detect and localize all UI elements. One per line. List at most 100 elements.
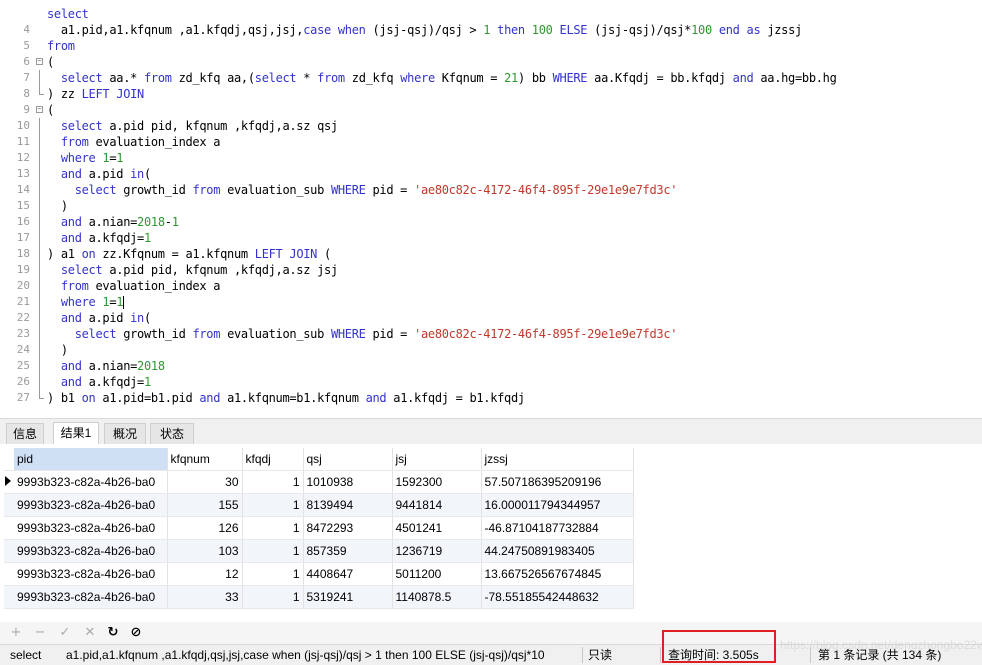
code-text[interactable]: select a.pid pid, kfqnum ,kfqdj,a.sz jsj [47,262,338,278]
code-line[interactable]: 5 from [0,38,982,54]
cell-kfqdj[interactable]: 1 [242,516,304,540]
cell-kfqdj[interactable]: 1 [242,562,304,586]
cell-jsj[interactable]: 1236719 [392,539,482,563]
row-indicator[interactable] [4,539,14,563]
tab-status[interactable]: 状态 [150,423,194,444]
code-line[interactable]: 19 select a.pid pid, kfqnum ,kfqdj,a.sz … [0,262,982,278]
code-text[interactable]: and a.pid in( [47,166,151,182]
cell-kfqdj[interactable]: 1 [242,493,304,517]
row-indicator[interactable] [4,585,14,609]
refresh-icon[interactable]: ↻ [105,625,121,641]
code-text[interactable]: select a.pid pid, kfqnum ,kfqdj,a.sz qsj [47,118,338,134]
column-header-kfqnum[interactable]: kfqnum [167,448,243,471]
code-line[interactable]: 14 select growth_id from evaluation_sub … [0,182,982,198]
cell-pid[interactable]: 9993b323-c82a-4b26-ba0 [14,470,168,494]
code-line[interactable]: select [0,6,982,22]
cell-kfqnum[interactable]: 103 [167,539,243,563]
code-text[interactable]: from evaluation_index a [47,134,221,150]
cell-jzssj[interactable]: 57.507186395209196 [481,470,634,494]
cell-kfqdj[interactable]: 1 [242,470,304,494]
code-line[interactable]: 23 select growth_id from evaluation_sub … [0,326,982,342]
code-text[interactable]: and a.pid in( [47,310,151,326]
cell-pid[interactable]: 9993b323-c82a-4b26-ba0 [14,562,168,586]
cell-pid[interactable]: 9993b323-c82a-4b26-ba0 [14,585,168,609]
code-text[interactable]: select [47,6,89,22]
cell-kfqnum[interactable]: 126 [167,516,243,540]
tab-info[interactable]: 信息 [6,423,44,444]
code-line[interactable]: 16 and a.nian=2018-1 [0,214,982,230]
cell-jsj[interactable]: 1140878.5 [392,585,482,609]
cell-qsj[interactable]: 8472293 [303,516,393,540]
code-line[interactable]: 21 where 1=1 [0,294,982,310]
fold-toggle-icon[interactable]: − [36,102,44,118]
cell-qsj[interactable]: 8139494 [303,493,393,517]
code-line[interactable]: 10 select a.pid pid, kfqnum ,kfqdj,a.sz … [0,118,982,134]
cell-kfqdj[interactable]: 1 [242,585,304,609]
code-line[interactable]: 11 from evaluation_index a [0,134,982,150]
code-line[interactable]: 25 and a.nian=2018 [0,358,982,374]
cell-jsj[interactable]: 1592300 [392,470,482,494]
cell-kfqnum[interactable]: 33 [167,585,243,609]
code-line[interactable]: 12 where 1=1 [0,150,982,166]
cell-pid[interactable]: 9993b323-c82a-4b26-ba0 [14,539,168,563]
code-text[interactable]: ) b1 on a1.pid=b1.pid and a1.kfqnum=b1.k… [47,390,525,406]
code-line[interactable]: 15 ) [0,198,982,214]
cell-qsj[interactable]: 1010938 [303,470,393,494]
cell-jsj[interactable]: 4501241 [392,516,482,540]
code-text[interactable]: select growth_id from evaluation_sub WHE… [47,182,678,198]
row-indicator[interactable] [4,470,14,494]
apply-changes-icon[interactable]: ✓ [57,625,73,641]
code-line[interactable]: 6−( [0,54,982,70]
table-row[interactable]: 9993b323-c82a-4b26-ba0 12 1 4408647 5011200 1… [4,562,634,586]
code-line[interactable]: 24 ) [0,342,982,358]
code-line[interactable]: 17 and a.kfqdj=1 [0,230,982,246]
column-header-pid[interactable]: pid [14,448,168,471]
table-row[interactable]: 9993b323-c82a-4b26-ba0 30 1 1010938 1592300 5… [4,470,634,494]
cell-jzssj[interactable]: -46.87104187732884 [481,516,634,540]
code-text[interactable]: select aa.* from zd_kfq aa,(select * fro… [47,70,837,86]
cell-jzssj[interactable]: 16.000011794344957 [481,493,634,517]
cell-kfqnum[interactable]: 155 [167,493,243,517]
code-line[interactable]: 18) a1 on zz.Kfqnum = a1.kfqnum LEFT JOI… [0,246,982,262]
result-grid[interactable]: pid kfqnum kfqdj qsj jsj jzssj 9993b323-… [4,448,634,609]
code-text[interactable]: and a.kfqdj=1 [47,230,151,246]
code-text[interactable]: from [47,38,75,54]
code-line[interactable]: 9−( [0,102,982,118]
code-line[interactable]: 7 select aa.* from zd_kfq aa,(select * f… [0,70,982,86]
code-text[interactable]: ) a1 on zz.Kfqnum = a1.kfqnum LEFT JOIN … [47,246,331,262]
stop-icon[interactable]: ⊘ [128,625,144,641]
column-header-kfqdj[interactable]: kfqdj [242,448,304,471]
cell-pid[interactable]: 9993b323-c82a-4b26-ba0 [14,493,168,517]
table-row[interactable]: 9993b323-c82a-4b26-ba0 155 1 8139494 9441814… [4,493,634,517]
tab-result1[interactable]: 结果1 [53,422,99,445]
cell-pid[interactable]: 9993b323-c82a-4b26-ba0 [14,516,168,540]
code-text[interactable]: where 1=1 [47,150,124,166]
code-line[interactable]: 26 and a.kfqdj=1 [0,374,982,390]
cell-jzssj[interactable]: 13.667526567674845 [481,562,634,586]
code-line[interactable]: 22 and a.pid in( [0,310,982,326]
row-indicator[interactable] [4,516,14,540]
column-header-jzssj[interactable]: jzssj [481,448,634,471]
row-indicator[interactable] [4,562,14,586]
cell-jsj[interactable]: 5011200 [392,562,482,586]
row-indicator[interactable] [4,493,14,517]
table-row[interactable]: 9993b323-c82a-4b26-ba0 33 1 5319241 1140878.… [4,585,634,609]
table-row[interactable]: 9993b323-c82a-4b26-ba0 126 1 8472293 4501241… [4,516,634,540]
code-text[interactable]: a1.pid,a1.kfqnum ,a1.kfqdj,qsj,jsj,case … [47,22,802,38]
cell-kfqnum[interactable]: 12 [167,562,243,586]
cell-kfqdj[interactable]: 1 [242,539,304,563]
cell-jzssj[interactable]: 44.24750891983405 [481,539,634,563]
add-record-icon[interactable]: + [8,625,24,641]
cell-jsj[interactable]: 9441814 [392,493,482,517]
code-text[interactable]: ) zz LEFT JOIN [47,86,144,102]
fold-toggle-icon[interactable]: − [36,54,44,70]
sql-editor[interactable]: select 4 a1.pid,a1.kfqnum ,a1.kfqdj,qsj,j… [0,0,982,412]
table-row[interactable]: 9993b323-c82a-4b26-ba0 103 1 857359 1236719 4… [4,539,634,563]
cell-qsj[interactable]: 4408647 [303,562,393,586]
code-text[interactable]: select growth_id from evaluation_sub WHE… [47,326,678,342]
cell-jzssj[interactable]: -78.55185542448632 [481,585,634,609]
code-text[interactable]: ( [47,54,54,70]
code-text[interactable]: ( [47,102,54,118]
cell-kfqnum[interactable]: 30 [167,470,243,494]
discard-changes-icon[interactable]: ✕ [82,625,98,641]
